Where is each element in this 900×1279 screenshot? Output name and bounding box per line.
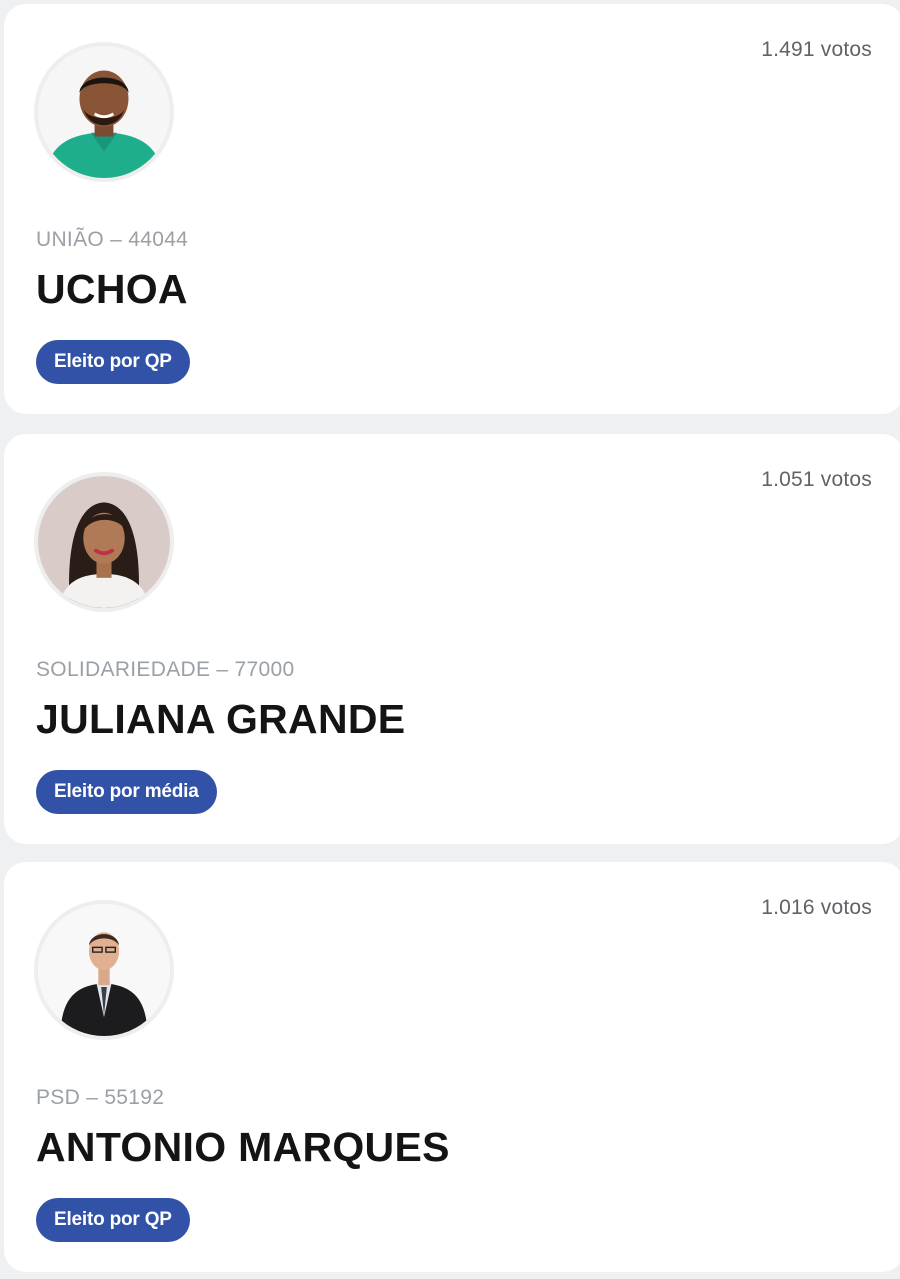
candidate-photo bbox=[34, 472, 174, 612]
candidate-list: 1.491 votos UNIÃO – 44044 UCHOA Eleito p… bbox=[0, 0, 900, 1279]
candidate-card[interactable]: 1.016 votos PSD – 55192 ANTONIO MARQUES … bbox=[4, 862, 900, 1272]
vote-count: 1.051 votos bbox=[761, 468, 872, 491]
candidate-photo bbox=[34, 42, 174, 182]
party-number: PSD – 55192 bbox=[36, 1086, 165, 1109]
candidate-name: UCHOA bbox=[36, 266, 188, 312]
candidate-card[interactable]: 1.491 votos UNIÃO – 44044 UCHOA Eleito p… bbox=[4, 4, 900, 414]
candidate-name: ANTONIO MARQUES bbox=[36, 1124, 450, 1170]
candidate-card[interactable]: 1.051 votos SOLIDARIEDADE – 77000 JULIAN… bbox=[4, 434, 900, 844]
candidate-photo bbox=[34, 900, 174, 1040]
person-icon bbox=[38, 46, 170, 178]
party-number: SOLIDARIEDADE – 77000 bbox=[36, 658, 295, 681]
election-status-badge: Eleito por QP bbox=[36, 340, 190, 384]
vote-count: 1.491 votos bbox=[761, 38, 872, 61]
party-number: UNIÃO – 44044 bbox=[36, 228, 189, 251]
election-status-badge: Eleito por QP bbox=[36, 1198, 190, 1242]
person-icon bbox=[38, 904, 170, 1036]
vote-count: 1.016 votos bbox=[761, 896, 872, 919]
person-icon bbox=[38, 476, 170, 608]
candidate-name: JULIANA GRANDE bbox=[36, 696, 406, 742]
election-status-badge: Eleito por média bbox=[36, 770, 217, 814]
